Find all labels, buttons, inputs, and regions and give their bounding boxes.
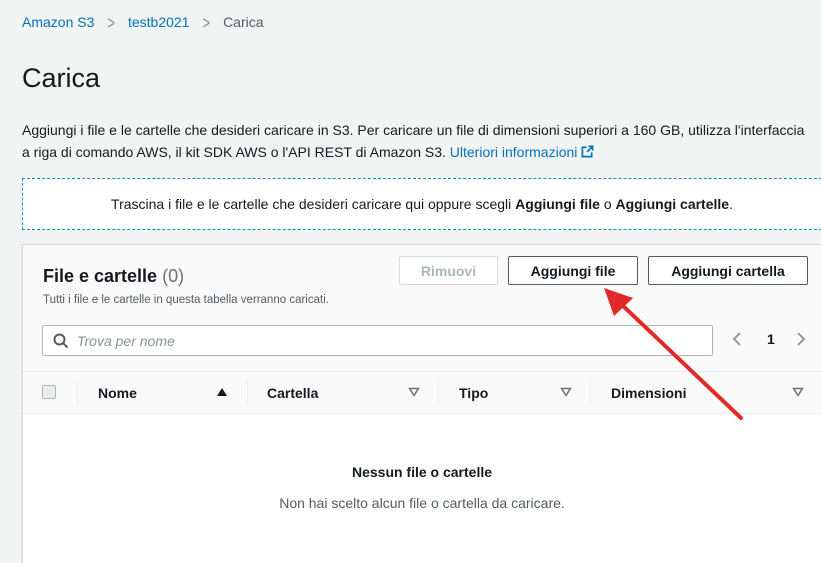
column-divider[interactable] (247, 381, 248, 405)
dropzone-bold-add-file: Aggiungi file (515, 196, 600, 212)
column-divider[interactable] (438, 381, 439, 405)
remove-button[interactable]: Rimuovi (399, 256, 498, 285)
pagination: 1 (729, 331, 809, 347)
chevron-right-icon[interactable] (793, 331, 809, 347)
column-header-name[interactable]: Nome (98, 385, 137, 401)
empty-state-title: Nessun file o cartelle (351, 464, 493, 480)
chevron-right-icon: > (107, 11, 115, 33)
breadcrumb-current: Carica (223, 14, 264, 30)
empty-state-message: Non hai scelto alcun file o cartella da … (279, 495, 565, 511)
sort-caret-down-icon[interactable] (560, 387, 572, 397)
learn-more-link[interactable]: Ulteriori informazioni (450, 144, 595, 160)
sort-caret-down-icon[interactable] (792, 387, 804, 397)
add-folder-button[interactable]: Aggiungi cartella (648, 256, 808, 285)
panel-title-text: File e cartelle (43, 266, 158, 286)
dropzone-text-before: Trascina i file e le cartelle che deside… (111, 196, 512, 212)
file-count: (0) (162, 266, 185, 286)
breadcrumb: Amazon S3 > testb2021 > Carica (22, 11, 264, 33)
select-all-checkbox[interactable] (42, 385, 56, 399)
column-header-type[interactable]: Tipo (459, 385, 488, 401)
breadcrumb-item-amazon-s3[interactable]: Amazon S3 (22, 14, 94, 30)
column-divider[interactable] (590, 381, 591, 405)
breadcrumb-item-bucket[interactable]: testb2021 (128, 14, 190, 30)
description-line-1: Aggiungi i file e le cartelle che deside… (22, 122, 805, 138)
dropzone-text-after: . (729, 196, 733, 212)
panel-subtitle: Tutti i file e le cartelle in questa tab… (43, 294, 329, 306)
column-header-folder[interactable]: Cartella (267, 385, 318, 401)
files-and-folders-panel: File e cartelle (0) Tutti i file e le ca… (22, 244, 821, 563)
chevron-left-icon[interactable] (729, 331, 745, 347)
column-divider[interactable] (77, 381, 78, 405)
column-header-size[interactable]: Dimensioni (611, 385, 686, 401)
search-icon (53, 333, 69, 349)
page-description: Aggiungi i file e le cartelle che deside… (22, 119, 821, 163)
dropzone-bold-add-folders: Aggiungi cartelle (615, 196, 730, 212)
panel-title: File e cartelle (0) (43, 266, 184, 287)
description-line-2-text: a riga di comando AWS, il kit SDK AWS o … (22, 144, 446, 160)
current-page-number[interactable]: 1 (767, 331, 775, 347)
chevron-right-icon: > (202, 11, 211, 33)
table-header: Nome Cartella Tipo Dimensioni (23, 371, 821, 414)
upload-dropzone[interactable]: Trascina i file e le cartelle che deside… (22, 178, 821, 230)
sort-caret-down-icon[interactable] (408, 387, 420, 397)
dropzone-text: Trascina i file e le cartelle che deside… (23, 196, 821, 212)
search-box[interactable] (42, 325, 713, 356)
page-title: Carica (22, 63, 101, 93)
search-input[interactable] (77, 331, 697, 351)
external-link-icon[interactable] (581, 145, 594, 158)
sort-ascending-icon[interactable] (216, 387, 228, 397)
learn-more-link-label[interactable]: Ulteriori informazioni (450, 144, 578, 160)
description-line-2: a riga di comando AWS, il kit SDK AWS o … (22, 141, 821, 163)
dropzone-text-middle: o (603, 196, 612, 212)
add-file-button[interactable]: Aggiungi file (508, 256, 638, 285)
